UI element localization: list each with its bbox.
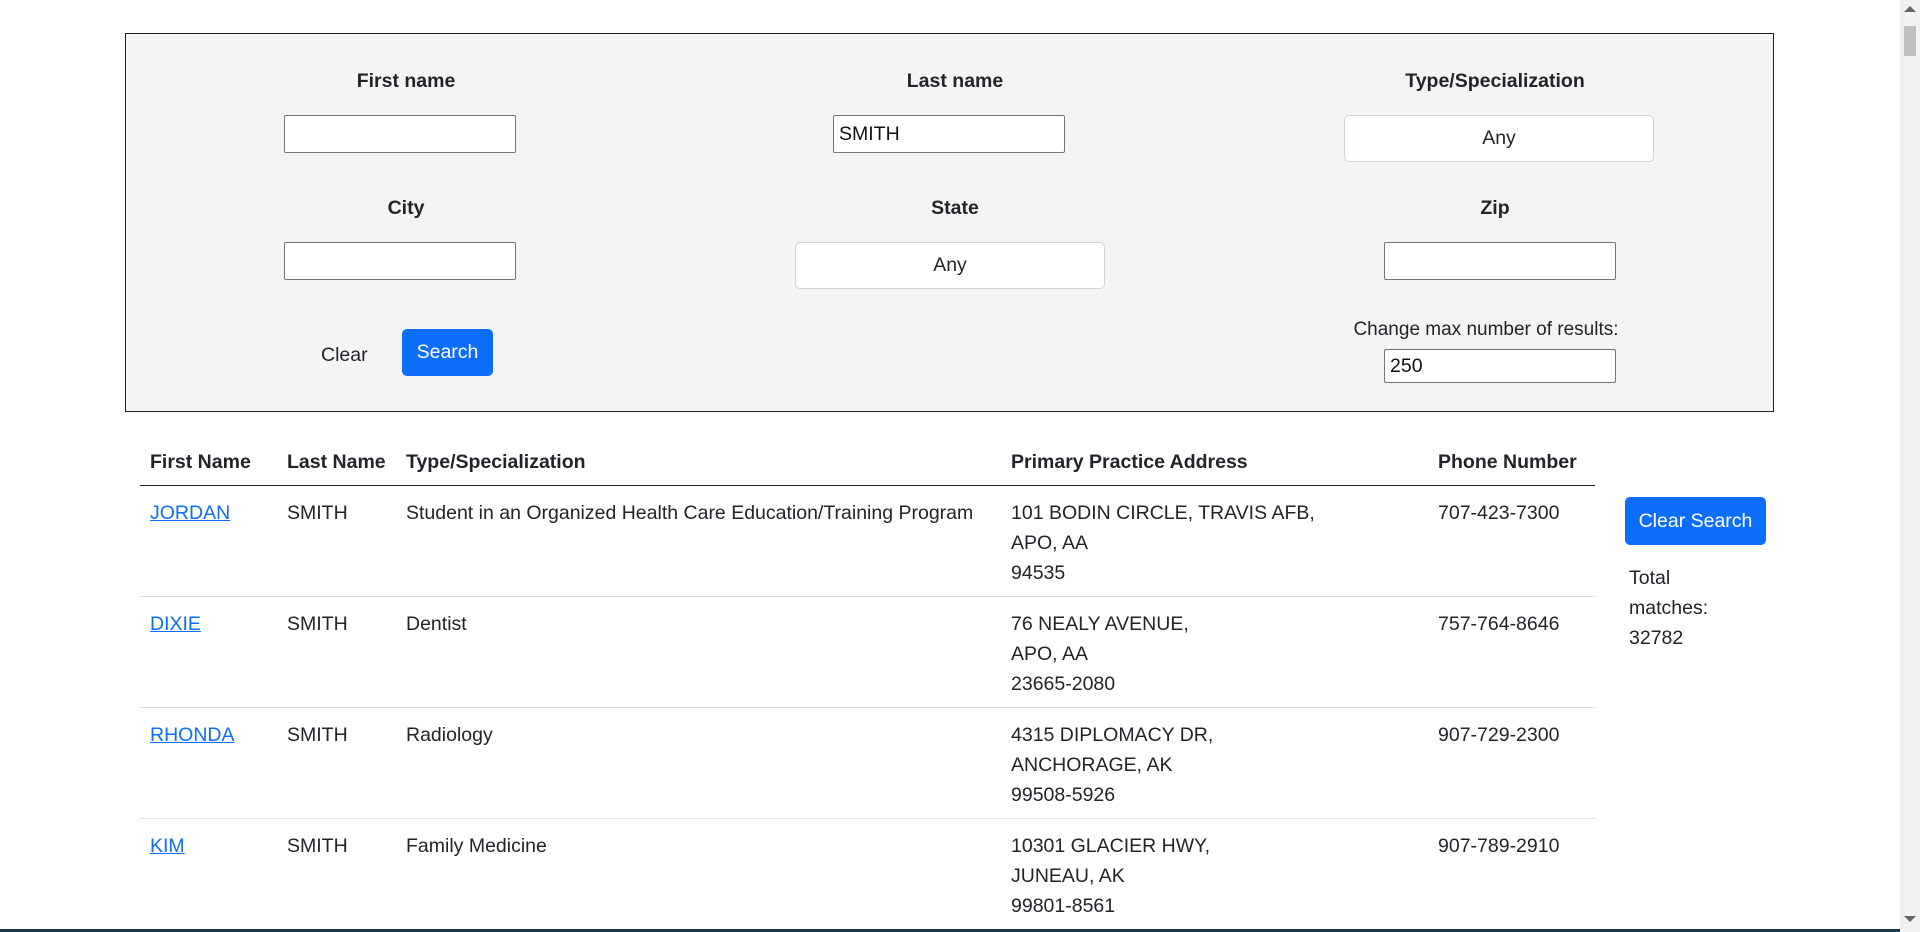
state-select[interactable]: Any — [795, 242, 1105, 289]
type-cell: Dentist — [396, 596, 1001, 708]
address-cell: 76 NEALY AVENUE, APO, AA 23665-2080 — [1001, 596, 1428, 708]
last-name-cell: SMITH — [277, 707, 396, 819]
scroll-up-arrow-icon[interactable] — [1904, 6, 1916, 12]
address-line: 76 NEALY AVENUE, — [1011, 613, 1189, 635]
first-name-input[interactable] — [284, 115, 516, 153]
search-panel: First name Last name Type/Specialization… — [125, 33, 1774, 412]
table-header-row: First Name Last Name Type/Specialization… — [140, 439, 1595, 486]
max-results-label: Change max number of results: — [1353, 319, 1619, 340]
column-header-address[interactable]: Primary Practice Address — [1001, 439, 1428, 486]
address-line: 99508-5926 — [1011, 784, 1116, 806]
first-name-label: First name — [356, 70, 456, 92]
address-line: 99801-8561 — [1011, 895, 1116, 917]
address-line: 101 BODIN CIRCLE, TRAVIS AFB, — [1011, 502, 1315, 524]
results-table: First Name Last Name Type/Specialization… — [140, 439, 1595, 930]
phone-cell: 757-764-8646 — [1428, 596, 1595, 708]
type-cell: Radiology — [396, 707, 1001, 819]
page-scrollbar[interactable] — [1900, 0, 1920, 932]
type-specialization-value: Any — [1482, 127, 1516, 149]
last-name-input[interactable] — [833, 115, 1065, 153]
last-name-label: Last name — [906, 70, 1004, 92]
table-row: KIM SMITH Family Medicine 10301 GLACIER … — [140, 818, 1595, 930]
address-line: APO, AA — [1011, 532, 1088, 554]
total-matches-label: Total matches: — [1629, 567, 1709, 619]
phone-cell: 707-423-7300 — [1428, 485, 1595, 597]
type-specialization-label: Type/Specialization — [1405, 70, 1585, 92]
type-cell: Student in an Organized Health Care Educ… — [396, 485, 1001, 597]
phone-cell: 907-789-2910 — [1428, 818, 1595, 930]
first-name-link[interactable]: DIXIE — [150, 613, 201, 635]
scroll-down-arrow-icon[interactable] — [1904, 916, 1916, 922]
type-cell: Family Medicine — [396, 818, 1001, 930]
address-cell: 10301 GLACIER HWY, JUNEAU, AK 99801-8561 — [1001, 818, 1428, 930]
max-results-input[interactable] — [1384, 349, 1616, 383]
total-matches-value: 32782 — [1629, 627, 1684, 649]
last-name-cell: SMITH — [277, 596, 396, 708]
zip-input[interactable] — [1384, 242, 1616, 280]
scroll-thumb[interactable] — [1904, 26, 1916, 56]
column-header-type[interactable]: Type/Specialization — [396, 439, 1001, 486]
last-name-cell: SMITH — [277, 818, 396, 930]
address-line: ANCHORAGE, AK — [1011, 754, 1173, 776]
address-line: 10301 GLACIER HWY, — [1011, 835, 1211, 857]
address-line: 4315 DIPLOMACY DR, — [1011, 724, 1214, 746]
clear-search-button[interactable]: Clear Search — [1625, 497, 1766, 545]
column-header-first-name[interactable]: First Name — [140, 439, 277, 486]
first-name-link[interactable]: RHONDA — [150, 724, 235, 746]
clear-button[interactable]: Clear — [321, 344, 368, 367]
type-specialization-select[interactable]: Any — [1344, 115, 1654, 162]
address-line: JUNEAU, AK — [1011, 865, 1125, 887]
zip-label: Zip — [1480, 197, 1510, 219]
search-button[interactable]: Search — [402, 329, 493, 376]
total-matches: Total matches: 32782 — [1629, 563, 1719, 653]
column-header-last-name[interactable]: Last Name — [277, 439, 396, 486]
address-line: 23665-2080 — [1011, 673, 1116, 695]
phone-cell: 907-729-2300 — [1428, 707, 1595, 819]
address-cell: 101 BODIN CIRCLE, TRAVIS AFB, APO, AA 94… — [1001, 485, 1428, 597]
table-row: DIXIE SMITH Dentist 76 NEALY AVENUE, APO… — [140, 596, 1595, 708]
city-input[interactable] — [284, 242, 516, 280]
state-value: Any — [933, 254, 967, 276]
address-line: APO, AA — [1011, 643, 1088, 665]
state-label: State — [931, 197, 979, 219]
city-label: City — [387, 197, 425, 219]
address-line: 94535 — [1011, 562, 1066, 584]
last-name-cell: SMITH — [277, 485, 396, 597]
column-header-phone[interactable]: Phone Number — [1428, 439, 1595, 486]
table-row: JORDAN SMITH Student in an Organized Hea… — [140, 485, 1595, 597]
address-cell: 4315 DIPLOMACY DR, ANCHORAGE, AK 99508-5… — [1001, 707, 1428, 819]
first-name-link[interactable]: JORDAN — [150, 502, 230, 524]
table-row: RHONDA SMITH Radiology 4315 DIPLOMACY DR… — [140, 707, 1595, 819]
first-name-link[interactable]: KIM — [150, 835, 185, 857]
